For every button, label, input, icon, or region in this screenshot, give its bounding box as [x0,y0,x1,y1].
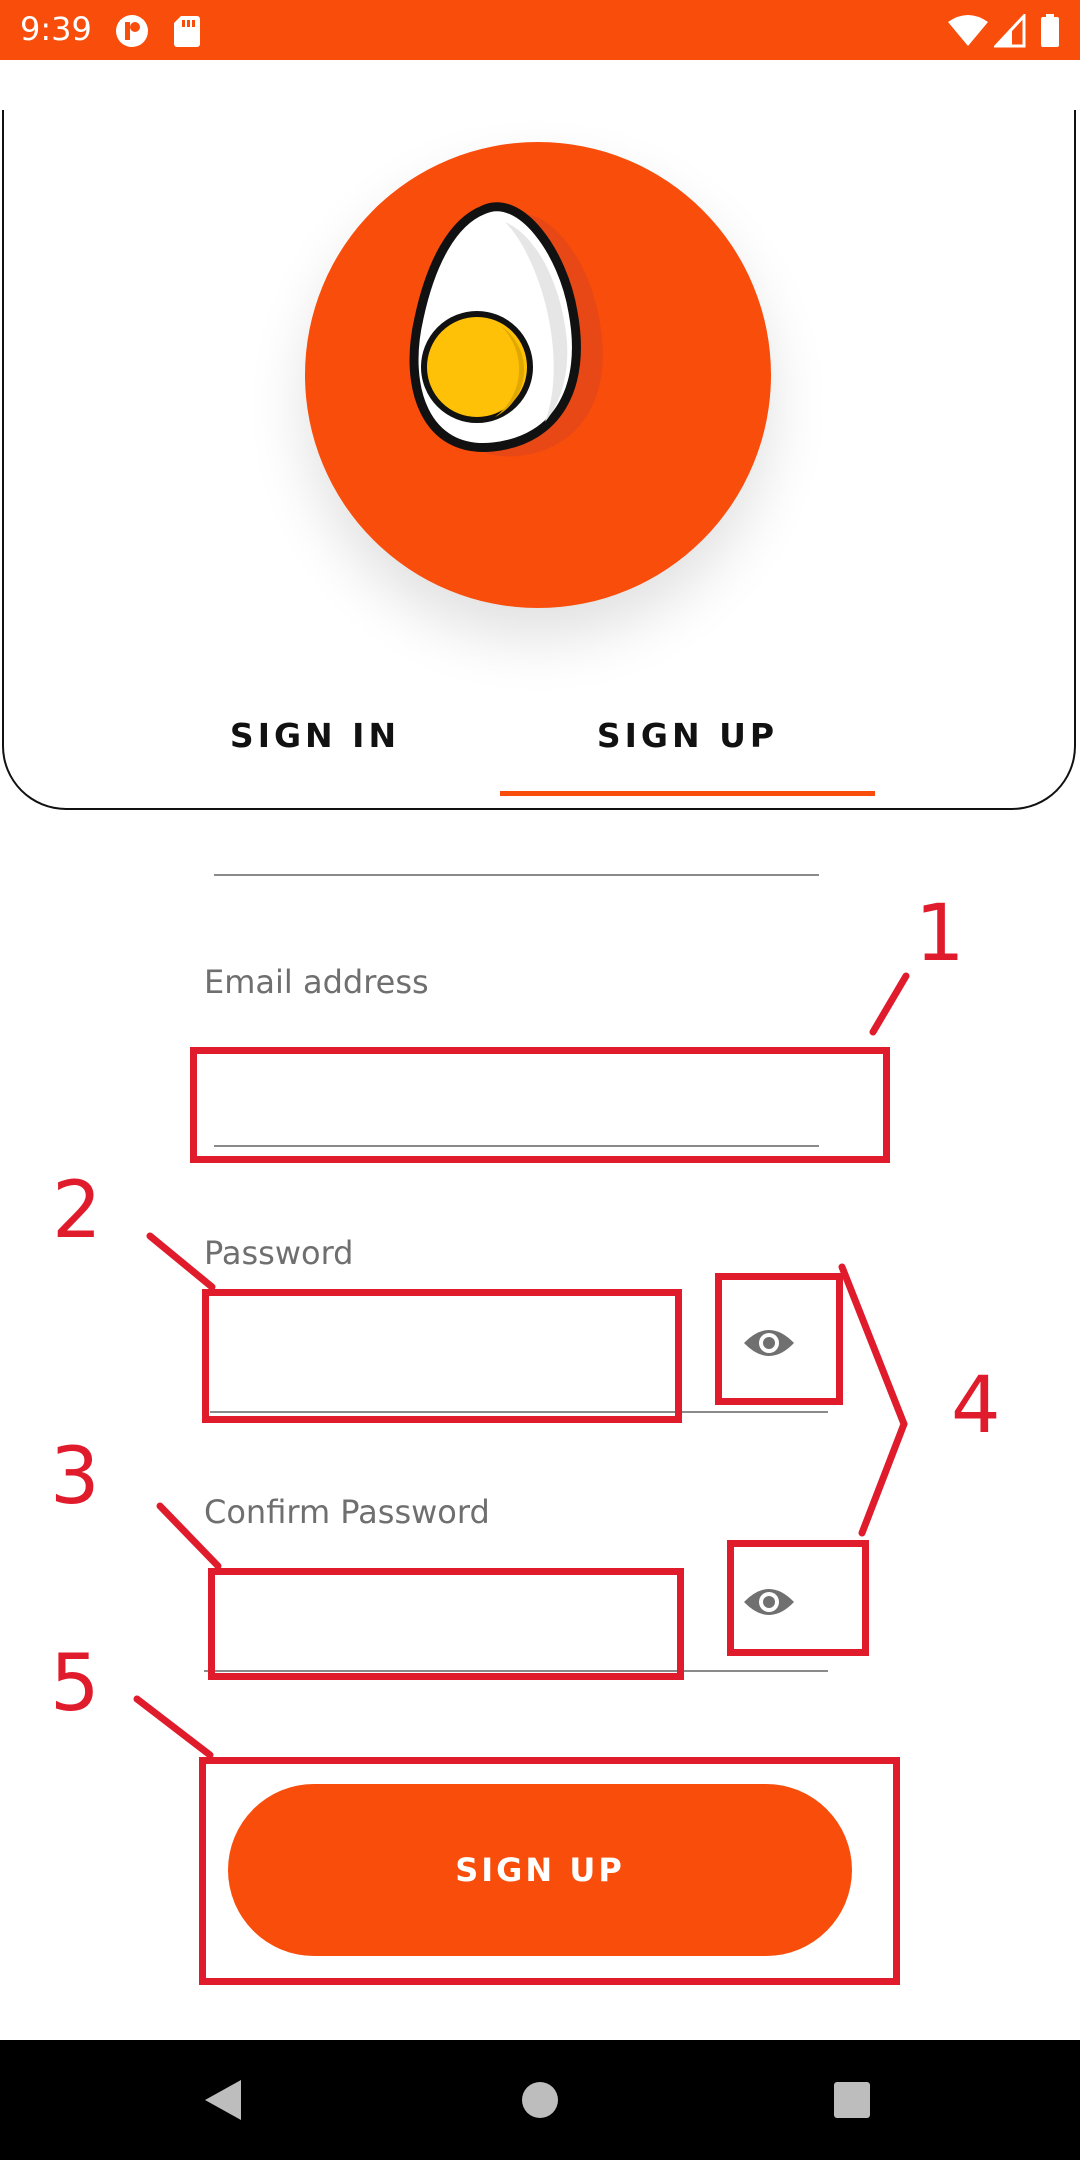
annotation-box-5 [199,1757,900,1985]
annotation-box-2 [202,1289,682,1423]
tab-sign-up[interactable]: SIGN UP [500,716,875,755]
annotation-number-1: 1 [915,889,965,979]
password-label: Password [204,1234,354,1272]
back-icon[interactable] [203,2078,243,2122]
battery-icon [1041,14,1059,47]
recents-icon[interactable] [833,2081,871,2119]
status-time: 9:39 [20,10,92,48]
annotation-box-4a [715,1273,843,1405]
annotation-number-5: 5 [50,1639,100,1729]
sd-card-icon [174,16,200,47]
notification-app-icon [116,15,148,47]
signal-icon [994,14,1026,48]
tab-selected-indicator [500,791,875,796]
annotation-box-1 [190,1047,890,1163]
app-logo [305,142,771,608]
divider-line [214,874,819,876]
annotation-box-3 [208,1568,684,1680]
navigation-bar [0,2040,1080,2160]
tab-sign-in[interactable]: SIGN IN [190,716,440,755]
annotation-number-3: 3 [50,1432,100,1522]
status-bar: 9:39 [0,0,1080,60]
annotation-box-4b [727,1540,869,1656]
annotation-number-4: 4 [951,1361,1001,1451]
home-icon[interactable] [520,2080,560,2120]
wifi-icon [948,15,988,46]
annotation-number-2: 2 [52,1166,102,1256]
egg-icon [409,202,603,457]
email-label: Email address [204,963,429,1001]
confirm-password-label: Confirm Password [204,1493,490,1531]
